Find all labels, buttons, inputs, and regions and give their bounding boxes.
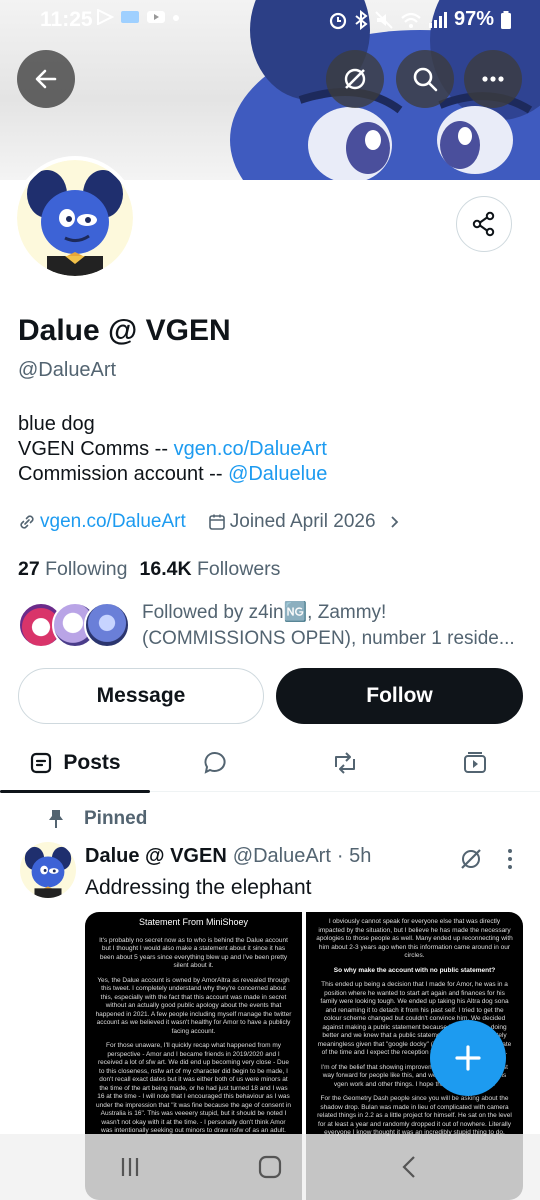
joined-date: Joined April 2026 [229,511,376,532]
image2-subheading: So why make the account with no public s… [333,966,496,974]
post-author-name[interactable]: Dalue @ VGEN [85,845,227,868]
mute-icon [375,10,393,29]
image2-paragraph: For the Geometry Dash people since you w… [317,1095,512,1136]
alarm-icon [329,12,347,29]
bio-line-3: Commission account -- @Daluelue [18,463,328,485]
back-button[interactable] [17,50,75,108]
profile-meta: vgen.co/DalueArt Joined April 2026 [18,511,402,533]
follow-stats: 27 Following 16.4K Followers [18,558,280,581]
following-stat[interactable]: 27 Following [18,558,128,581]
search-icon [413,67,438,92]
website-item[interactable]: vgen.co/DalueArt [18,511,186,533]
video-icon [464,752,486,773]
profile-avatar[interactable] [13,156,137,280]
post-avatar[interactable] [20,842,76,898]
battery-percent: 97% [453,8,494,30]
repost-icon [335,752,355,774]
bio-line-2: VGEN Comms -- vgen.co/DalueArt [18,438,327,460]
notification-icons [96,9,180,25]
post-grok-button[interactable] [458,846,484,877]
chevron-right-icon [390,516,398,528]
profile-tabs: Posts [0,734,540,793]
posts-icon [31,752,52,774]
post-author-handle[interactable]: @DalueArt [233,845,331,868]
tab-posts-label: Posts [63,751,121,774]
image1-title: Statement From MiniShoey [138,917,249,927]
bio-mention-link[interactable]: @Daluelue [228,463,327,485]
post-more-button[interactable] [505,846,515,877]
blue-dog-avatar-art [24,846,72,898]
youtube-icon [147,11,165,23]
tab-posts[interactable]: Posts [0,734,150,793]
wifi-icon [401,12,421,28]
follow-button[interactable]: Follow [276,668,523,724]
image2-paragraph: I obviously cannot speak for everyone el… [316,918,513,959]
calendar-icon [208,514,225,530]
tab-reposts[interactable] [300,734,390,792]
system-nav-bar [0,1134,540,1200]
tab-media[interactable] [430,734,520,792]
search-button[interactable] [396,50,454,108]
play-store-icon [97,9,114,25]
blue-dog-avatar-art [27,170,123,276]
followed-by-avatars [18,602,130,650]
grok-icon [344,68,366,90]
grok-button[interactable] [326,50,384,108]
image1-paragraph: Yes, the Dalue account is owned by AmorA… [95,976,292,1035]
status-bar: 11:25 97% [0,0,540,40]
pin-icon [49,810,63,828]
display-name: Dalue @ VGEN [18,314,231,347]
followed-by-text: Followed by z4in🆖, Zammy! (COMMISSIONS O… [142,602,515,649]
profile-handle: @DalueArt [18,359,117,381]
follower-avatar [84,602,130,648]
nav-back-icon[interactable] [395,1152,425,1182]
vertical-more-icon [508,849,512,869]
arrow-left-icon [35,69,57,89]
reply-icon [204,752,226,774]
website-link[interactable]: vgen.co/DalueArt [40,511,186,533]
compose-post-button[interactable] [430,1020,506,1096]
more-options-button[interactable] [464,50,522,108]
signal-icon [428,11,447,28]
share-icon [472,211,495,237]
profile-bio: blue dog VGEN Comms -- vgen.co/DalueArt … [18,412,327,487]
post-header: Dalue @ VGEN @DalueArt · 5h [85,845,371,868]
gallery-icon [121,11,139,23]
bio-vgen-link[interactable]: vgen.co/DalueArt [174,438,327,460]
plus-icon [455,1045,481,1071]
grok-icon [461,849,481,869]
share-button[interactable] [456,196,512,252]
pinned-indicator: Pinned [46,808,147,830]
recents-icon[interactable] [115,1152,145,1182]
status-right: 97% [328,8,512,31]
followed-by[interactable]: Followed by z4in🆖, Zammy! (COMMISSIONS O… [18,600,528,652]
post-time: · 5h [336,845,372,867]
image1-paragraph: For those unaware, I'll quickly recap wh… [96,1042,291,1134]
bio-line-1: blue dog [18,413,95,435]
post-text: Addressing the elephant [85,876,312,899]
followers-stat[interactable]: 16.4K Followers [140,558,281,581]
tab-replies[interactable] [170,734,260,792]
image1-paragraph: It's probably no secret now as to who is… [99,936,288,970]
battery-icon [501,10,511,29]
home-icon[interactable] [255,1152,285,1182]
more-icon [482,76,504,82]
message-button[interactable]: Message [18,668,264,724]
status-time: 11:25 [40,8,93,31]
joined-item[interactable]: Joined April 2026 [208,511,402,533]
pinned-label: Pinned [84,808,148,829]
bluetooth-icon [355,9,368,30]
link-icon [20,515,34,529]
dot-icon [173,15,179,21]
